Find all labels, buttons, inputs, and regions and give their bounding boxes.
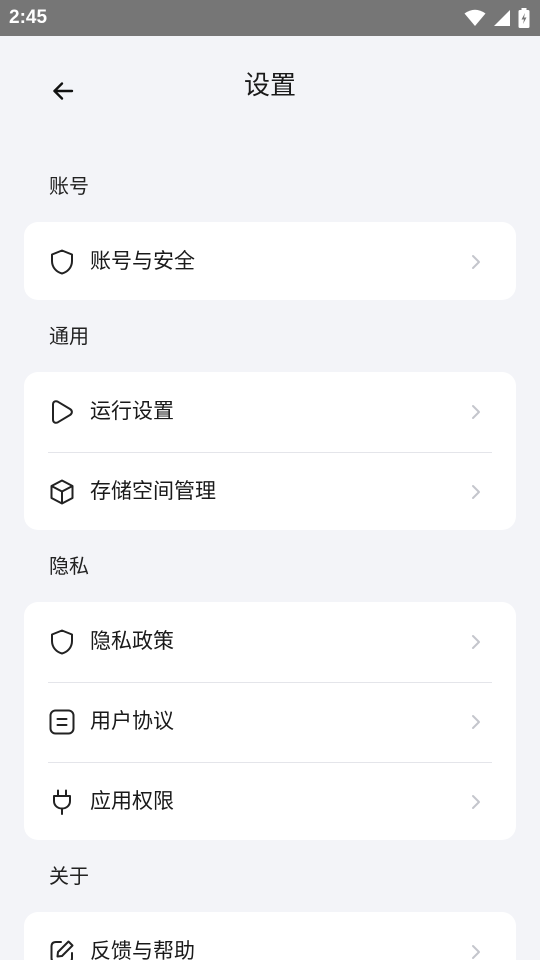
card-general: 运行设置 存储空间管理: [24, 372, 516, 530]
wifi-icon: [464, 9, 486, 26]
settings-row-label: 用户协议: [90, 709, 174, 733]
settings-row-run-settings[interactable]: 运行设置: [24, 372, 516, 452]
settings-row-label: 运行设置: [90, 399, 174, 423]
row-divider: [48, 762, 492, 763]
settings-row-label: 应用权限: [90, 789, 174, 813]
settings-row-app-permissions[interactable]: 应用权限: [24, 762, 516, 840]
card-privacy: 隐私政策 用户协议 应用权限: [24, 602, 516, 840]
card-about: 反馈与帮助: [24, 912, 516, 960]
app-header: 设置: [0, 36, 540, 136]
battery-icon: [518, 8, 530, 28]
settings-row-label: 反馈与帮助: [90, 939, 195, 960]
status-bar: 2:45: [0, 0, 540, 36]
settings-row-label: 账号与安全: [90, 249, 195, 273]
settings-row-privacy-policy[interactable]: 隐私政策: [24, 602, 516, 682]
cellular-signal-icon: [494, 10, 510, 26]
status-icons: [464, 8, 530, 28]
settings-row-user-agreement[interactable]: 用户协议: [24, 682, 516, 762]
play-icon: [48, 398, 76, 426]
settings-row-storage-management[interactable]: 存储空间管理: [24, 452, 516, 530]
settings-row-label: 隐私政策: [90, 629, 174, 653]
status-time: 2:45: [9, 7, 48, 28]
row-divider: [48, 452, 492, 453]
chevron-right-icon: [472, 795, 480, 809]
edit-icon: [48, 938, 76, 960]
row-divider: [48, 682, 492, 683]
card-account: 账号与安全: [24, 222, 516, 300]
document-icon: [48, 708, 76, 736]
section-label-privacy: 隐私: [49, 554, 89, 578]
settings-row-label: 存储空间管理: [90, 479, 216, 503]
section-label-general: 通用: [49, 324, 89, 348]
section-label-about: 关于: [49, 864, 89, 888]
shield-icon: [48, 248, 76, 276]
chevron-right-icon: [472, 945, 480, 959]
plug-icon: [48, 788, 76, 816]
settings-row-feedback-help[interactable]: 反馈与帮助: [24, 912, 516, 960]
chevron-right-icon: [472, 715, 480, 729]
shield-icon: [48, 628, 76, 656]
section-label-account: 账号: [49, 174, 89, 198]
page-title: 设置: [243, 71, 296, 101]
settings-row-account-security[interactable]: 账号与安全: [24, 222, 516, 300]
box-icon: [48, 478, 76, 506]
chevron-right-icon: [472, 485, 480, 499]
chevron-right-icon: [472, 635, 480, 649]
chevron-right-icon: [472, 255, 480, 269]
chevron-right-icon: [472, 405, 480, 419]
